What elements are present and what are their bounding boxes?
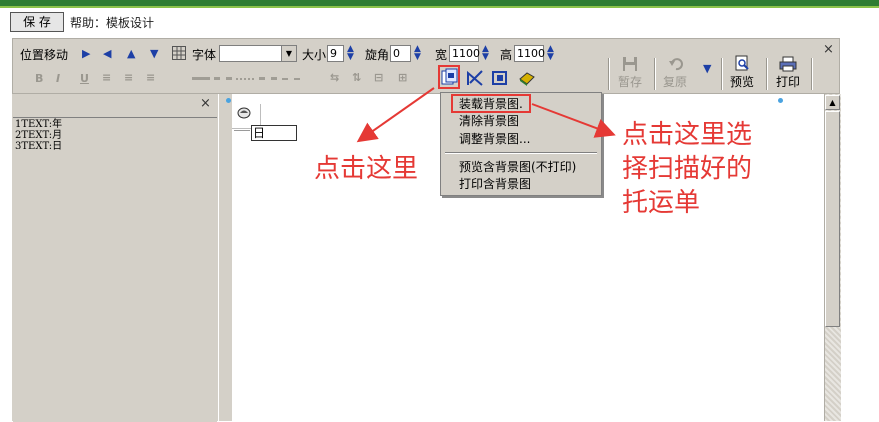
annotation-click-here: 点击这里 [314,154,419,184]
canvas-corner-marker [778,98,783,103]
load-background-button[interactable] [438,65,460,89]
menu-separator [445,152,597,154]
annotation-line: 点击这里选 [622,120,753,150]
print-button[interactable]: 打印 [776,73,800,90]
temp-save-button[interactable]: 暂存 [618,73,642,90]
background-image-icon [441,68,458,85]
toolbar-separator [721,58,723,90]
position-move-label: 位置移动 [20,48,69,62]
eraser-icon[interactable] [237,107,251,119]
chevron-down-icon[interactable]: ▼ [281,46,296,61]
align-left-icon[interactable]: ≡ [102,71,111,84]
width-label: 宽 [435,48,448,62]
align-right-icon[interactable]: ≡ [146,71,155,84]
rotation-label: 旋角 [365,48,390,62]
save-button[interactable]: 保 存 [10,12,64,32]
toolbar-close-icon[interactable]: × [823,42,834,57]
line-solid-icon[interactable] [192,77,210,80]
undo-icon [669,58,683,71]
size-spinner-icon[interactable]: ▲ ▼ [347,45,354,62]
annotation-line: 择扫描好的 [622,154,753,184]
align-center-icon[interactable]: ≡ [124,71,133,84]
scroll-thumb[interactable] [825,111,840,327]
height-input[interactable]: 1100 [514,45,545,62]
menu-item-preview-with-background[interactable]: 预览含背景图(不打印) [459,159,576,175]
rotation-spinner-icon[interactable]: ▲ ▼ [414,45,421,62]
list-item[interactable]: 1TEXT:年 [15,120,62,130]
preview-icon [735,55,749,71]
text-field-day[interactable]: 日 [251,125,297,141]
same-width-icon[interactable]: ⊟ [374,71,383,84]
align-edge-icon[interactable]: ⇆ [330,71,339,84]
toolbar-separator [654,58,656,90]
underline-button[interactable]: U [80,72,89,85]
menu-item-adjust-background[interactable]: 调整背景图... [459,131,530,147]
size-label: 大小 [302,48,327,62]
highlight-box [451,94,531,113]
move-down-icon[interactable]: ▼ [150,47,158,60]
toolbar-separator [811,58,813,90]
list-item[interactable]: 2TEXT:月 [15,131,62,141]
move-right-icon[interactable]: ▶ [82,47,90,60]
toolbar-separator [608,58,610,90]
list-item[interactable]: 3TEXT:日 [15,142,62,152]
line-dashdotdot-icon[interactable] [282,78,300,80]
left-panel-close-icon[interactable]: × [200,96,211,111]
field-list: 1TEXT:年 2TEXT:月 3TEXT:日 [13,117,217,422]
menu-item-print-with-background[interactable]: 打印含背景图 [459,176,531,192]
move-up-icon[interactable]: ▲ [127,47,135,60]
align-top-icon[interactable]: ⇅ [352,71,361,84]
field-connector [234,130,250,131]
height-spinner-icon[interactable]: ▲ ▼ [547,45,554,62]
bold-button[interactable]: B [35,72,43,85]
line-dot-icon[interactable] [236,78,254,80]
annotation-line: 托运单 [622,188,701,218]
restore-dropdown-icon[interactable]: ▼ [703,62,711,75]
same-height-icon[interactable]: ⊞ [398,71,407,84]
font-select[interactable]: ▼ [219,45,297,62]
toolbar-separator [766,58,768,90]
rotation-input[interactable]: 0 [390,45,411,62]
toolbar [12,38,840,94]
book-icon[interactable] [518,69,536,87]
temp-save-icon [623,57,637,71]
size-input[interactable]: 9 [327,45,344,62]
printer-icon [779,56,797,72]
width-spinner-icon[interactable]: ▲ ▼ [482,45,489,62]
canvas-corner-marker [226,98,231,103]
preview-button[interactable]: 预览 [730,73,754,90]
restore-button[interactable]: 复原 [663,73,687,90]
line-dash-icon[interactable] [214,77,232,80]
width-input[interactable]: 1100 [449,45,480,62]
scroll-up-icon[interactable]: ▲ [825,95,840,110]
move-left-icon[interactable]: ◀ [103,47,111,60]
table-grid-icon[interactable] [172,46,186,60]
menu-item-clear-background[interactable]: 清除背景图 [459,113,519,129]
annotation-select-scan: 点击这里选 择扫描好的 托运单 [622,118,752,220]
font-label: 字体 [192,48,217,62]
line-dashdot-icon[interactable] [259,77,277,80]
draw-lines-icon[interactable] [466,69,484,87]
italic-button[interactable]: I [56,72,60,85]
help-text: 帮助：模板设计 [70,16,155,30]
height-label: 高 [500,48,513,62]
frame-icon[interactable] [491,69,509,87]
top-accent-line [0,6,879,8]
